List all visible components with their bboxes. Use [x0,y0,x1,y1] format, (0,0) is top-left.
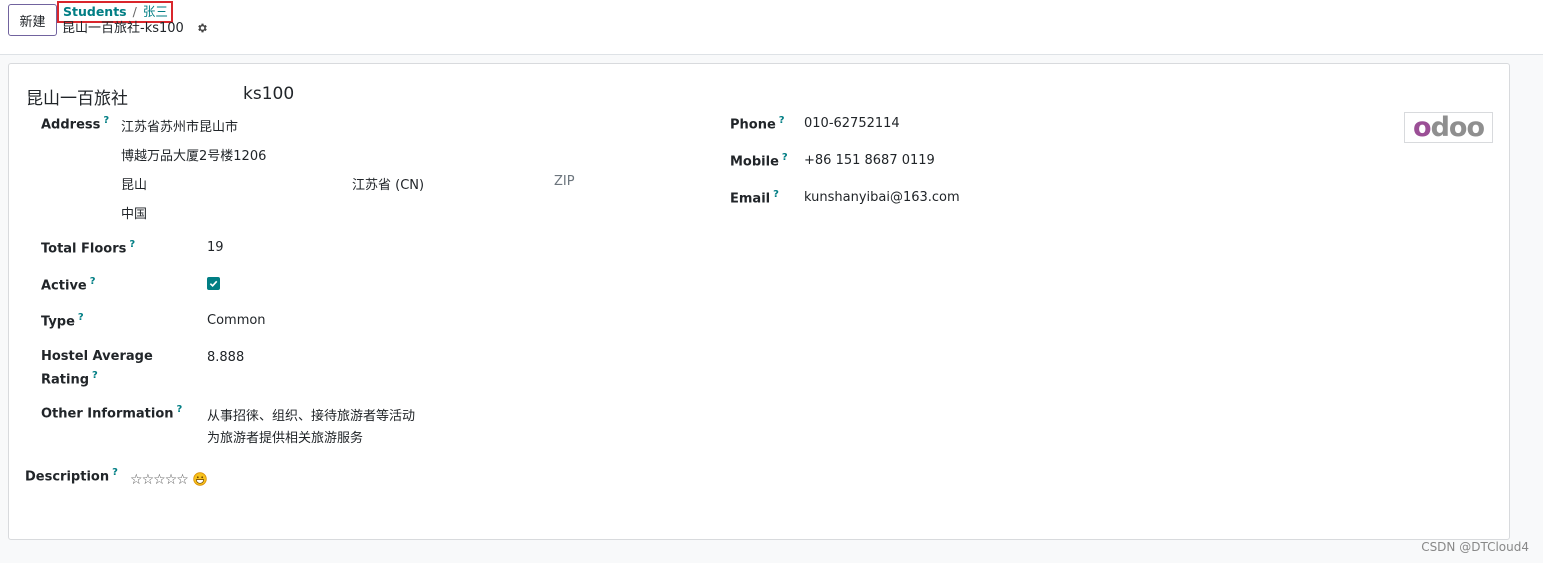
total-floors-label-text: Total Floors [41,241,127,257]
other-info-label-text: Other Information [41,406,174,422]
star-icon[interactable]: ☆ [176,472,189,488]
address-label-text: Address [41,117,101,133]
logo-rest: doo [1430,112,1485,143]
breadcrumb-parent-link[interactable]: Students [63,4,127,19]
type-help-icon[interactable]: ? [78,312,84,323]
record-title: 昆山一百旅社-ks100 [62,20,208,40]
country-field[interactable]: 中国 [121,203,147,222]
logo-prefix: o [1413,112,1432,143]
star-rating: ☆☆☆☆☆ [130,472,191,488]
description-label: Description? [25,467,118,484]
city-field[interactable]: 昆山 [121,174,147,193]
mobile-label-text: Mobile [730,154,779,170]
active-label: Active? [41,276,96,293]
description-help-icon[interactable]: ? [112,467,118,478]
active-label-text: Active [41,278,87,294]
star-icon[interactable]: ☆ [165,472,178,488]
total-floors-field[interactable]: 19 [207,240,224,255]
phone-help-icon[interactable]: ? [779,115,785,126]
other-info-line2[interactable]: 为旅游者提供相关旅游服务 [207,427,363,446]
form-sheet: 昆山一百旅社 ks100 Address? 江苏省苏州市昆山市 博越万品大厦2号… [8,63,1510,540]
active-help-icon[interactable]: ? [90,276,96,287]
odoo-logo-image[interactable]: o doo [1404,112,1493,143]
mobile-field[interactable]: +86 151 8687 0119 [804,153,935,168]
address-help-icon[interactable]: ? [103,115,109,126]
email-label-text: Email [730,191,771,207]
watermark: CSDN @DTCloud4 [1421,540,1529,554]
email-help-icon[interactable]: ? [773,189,779,200]
breadcrumb-current: 张三 [142,4,168,19]
star-icon[interactable]: ☆ [142,472,155,488]
rating-label-line2: Rating? [41,370,98,387]
new-button[interactable]: 新建 [8,4,57,36]
other-info-help-icon[interactable]: ? [177,404,183,415]
total-floors-help-icon[interactable]: ? [129,239,135,250]
mobile-label: Mobile? [730,152,788,169]
street2-field[interactable]: 博越万品大厦2号楼1206 [121,145,266,164]
phone-field[interactable]: 010-62752114 [804,116,900,131]
type-label: Type? [41,312,84,329]
state-field[interactable]: 江苏省 (CN) [352,174,424,193]
rating-help-icon[interactable]: ? [92,370,98,381]
total-floors-label: Total Floors? [41,239,135,256]
phone-label-text: Phone [730,117,776,133]
other-info-label: Other Information? [41,404,182,421]
description-field[interactable]: ☆☆☆☆☆ [130,469,207,490]
rating-label-line2-text: Rating [41,372,90,388]
other-info-line1[interactable]: 从事招徕、组织、接待旅游者等活动 [207,405,415,424]
breadcrumb-separator: / [132,4,137,19]
mobile-help-icon[interactable]: ? [782,152,788,163]
rating-field[interactable]: 8.888 [207,350,244,365]
type-field[interactable]: Common [207,313,266,328]
email-field[interactable]: kunshanyibai@163.com [804,190,960,205]
rating-label-line1: Hostel Average [41,349,153,364]
active-checkbox[interactable] [207,277,220,290]
grinning-face-icon [193,471,207,490]
type-label-text: Type [41,314,75,330]
check-icon [209,280,218,287]
email-label: Email? [730,189,779,206]
zip-field[interactable]: ZIP [554,174,575,189]
record-title-text: 昆山一百旅社-ks100 [62,21,184,36]
description-label-text: Description [25,469,110,485]
street-field[interactable]: 江苏省苏州市昆山市 [121,116,238,135]
gear-icon[interactable] [196,22,208,40]
address-label: Address? [41,115,109,132]
hostel-name-field[interactable]: 昆山一百旅社 [26,84,128,109]
hostel-code-field[interactable]: ks100 [243,84,294,104]
star-icon[interactable]: ☆ [153,472,166,488]
star-icon[interactable]: ☆ [130,472,143,488]
phone-label: Phone? [730,115,785,132]
control-panel: 新建 Students / 张三 昆山一百旅社-ks100 [0,0,1543,55]
